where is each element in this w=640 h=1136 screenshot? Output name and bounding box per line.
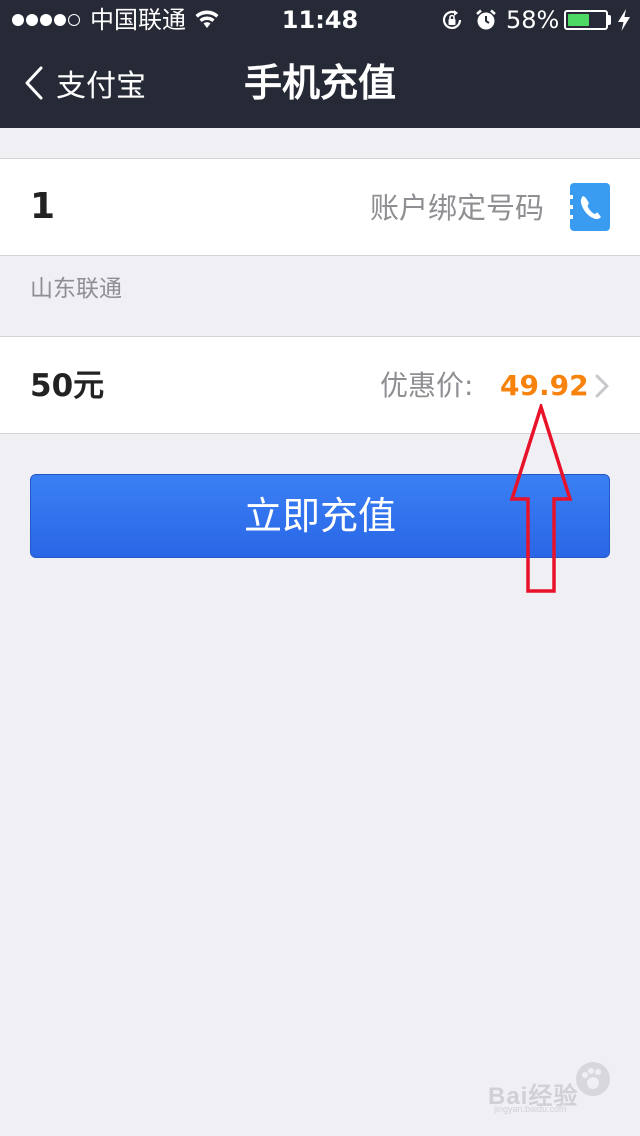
battery-percent: 58% bbox=[506, 6, 560, 34]
carrier-info: 山东联通 bbox=[30, 276, 122, 302]
contacts-button[interactable] bbox=[570, 183, 610, 231]
phone-contacts-icon bbox=[570, 195, 601, 220]
discount-label: 优惠价: bbox=[380, 369, 474, 402]
header: 中国联通 11:48 58% 支付宝 手机充值 bbox=[0, 0, 640, 128]
battery-level-fill bbox=[568, 14, 589, 26]
amount-value: 50元 bbox=[30, 368, 105, 404]
red-up-arrow-annotation bbox=[509, 404, 573, 593]
rotation-lock-icon bbox=[442, 10, 462, 29]
watermark-subtext: jingyan.baidu.com bbox=[494, 1104, 567, 1114]
status-bar: 中国联通 11:48 58% bbox=[0, 0, 640, 40]
alarm-icon bbox=[476, 9, 496, 30]
paw-icon bbox=[576, 1062, 610, 1096]
watermark: Bai经验 jingyan.baidu.com bbox=[488, 1060, 614, 1116]
battery-icon bbox=[564, 10, 608, 30]
bound-number-label[interactable]: 账户绑定号码 bbox=[370, 189, 544, 227]
battery-nub bbox=[608, 15, 611, 25]
phone-number-row[interactable]: 1 账户绑定号码 bbox=[0, 158, 640, 256]
discount-price: 49.92 bbox=[500, 369, 589, 402]
chevron-right-icon bbox=[595, 374, 609, 398]
page-title: 手机充值 bbox=[243, 61, 396, 105]
charging-icon bbox=[618, 9, 630, 31]
phone-number-input[interactable]: 1 bbox=[30, 185, 55, 229]
